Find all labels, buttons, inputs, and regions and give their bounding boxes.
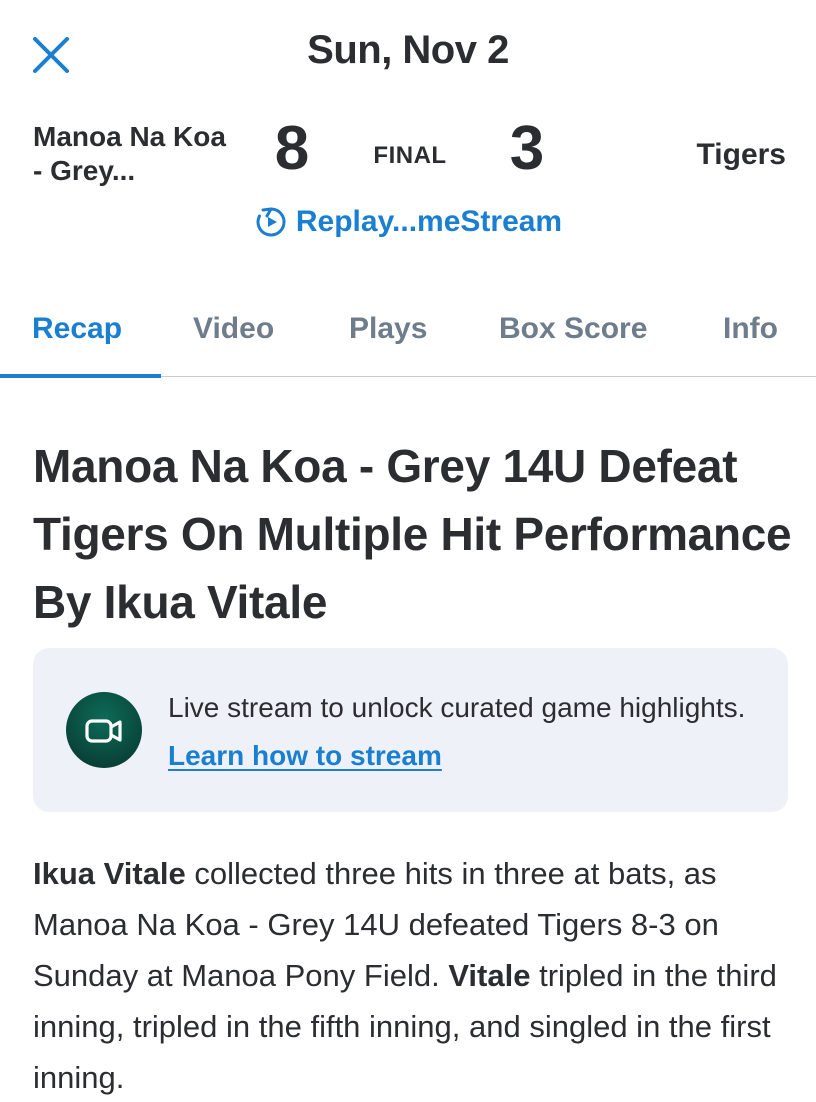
home-team-name[interactable]: Manoa Na Koa - Grey...	[33, 120, 243, 187]
article-headline: Manoa Na Koa - Grey 14U Defeat Tigers On…	[33, 440, 792, 628]
replay-stream-label: Replay...meStream	[295, 205, 563, 238]
recap-body: Ikua Vitale collected three hits in thre…	[33, 848, 793, 1102]
page-title: Sun, Nov 2	[307, 28, 509, 72]
tab-box-score[interactable]: Box Score	[499, 312, 647, 346]
video-camera-badge	[66, 692, 142, 768]
away-team-name[interactable]: Tigers	[697, 138, 787, 172]
tab-bar: Recap Video Plays Box Score Info	[0, 292, 816, 378]
away-team-score: 3	[509, 114, 545, 183]
home-team-score: 8	[274, 114, 310, 183]
stream-promo-card: Live stream to unlock curated game highl…	[33, 648, 788, 812]
tab-plays[interactable]: Plays	[349, 312, 427, 346]
learn-how-to-stream-link[interactable]: Learn how to stream	[168, 740, 442, 771]
stream-promo-message: Live stream to unlock curated game highl…	[168, 692, 746, 723]
game-status: FINAL	[373, 142, 447, 169]
replay-icon	[256, 207, 286, 237]
stream-promo-text: Live stream to unlock curated game highl…	[168, 684, 768, 780]
replay-stream-link[interactable]: Replay...meStream	[0, 205, 816, 239]
player-name: Vitale	[448, 958, 531, 993]
player-name: Ikua Vitale	[33, 856, 186, 891]
tab-recap[interactable]: Recap	[32, 312, 122, 346]
tab-video[interactable]: Video	[193, 312, 274, 346]
scoreboard: Manoa Na Koa - Grey... 8 FINAL 3 Tigers	[0, 110, 816, 210]
video-camera-icon	[85, 719, 122, 743]
active-tab-indicator	[0, 374, 161, 378]
game-recap-screen: Sun, Nov 2 Manoa Na Koa - Grey... 8 FINA…	[0, 0, 816, 1102]
top-bar: Sun, Nov 2	[0, 0, 816, 110]
tab-info[interactable]: Info	[723, 312, 778, 346]
